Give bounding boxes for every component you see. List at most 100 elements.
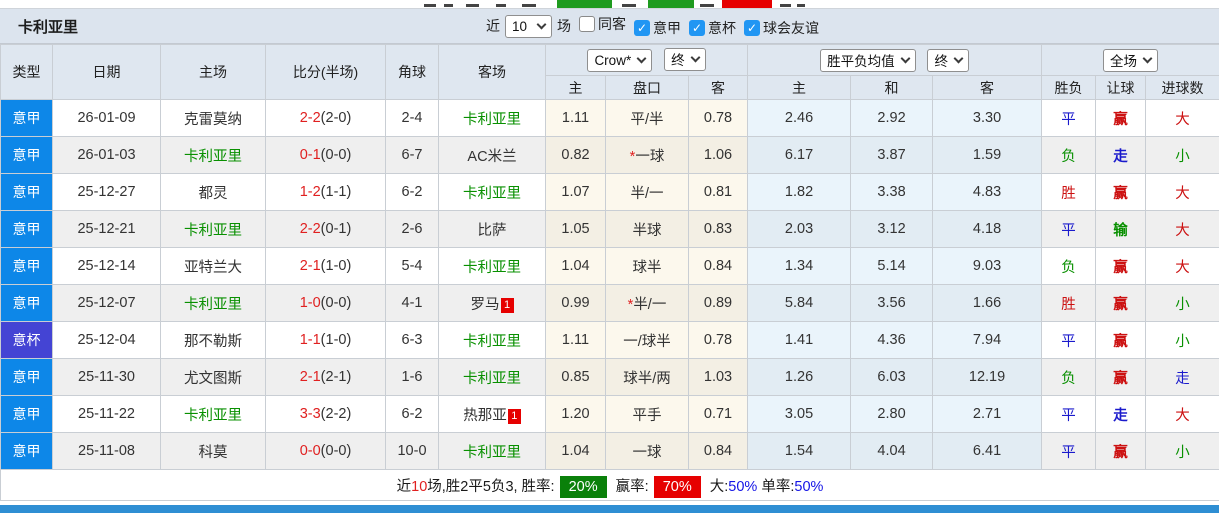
match-date: 25-12-14: [52, 247, 161, 285]
summary-text: 50%: [794, 478, 824, 495]
league-type-badge: 意甲: [0, 284, 53, 322]
corner-count: 6-3: [385, 321, 439, 359]
sub-header-goals: 进球数: [1145, 75, 1219, 100]
corner-count: 2-6: [385, 210, 439, 248]
scope-select[interactable]: 全场: [1103, 48, 1159, 72]
score-cell: 1-1(1-0): [265, 321, 386, 359]
handicap-text: 球半: [632, 259, 662, 276]
score-cell: 0-1(0-0): [265, 136, 386, 174]
odds-home: 1.04: [545, 247, 606, 285]
odds-time-select[interactable]: 终: [664, 47, 706, 71]
odds-home: 1.07: [545, 173, 606, 211]
result-goals: 小: [1145, 136, 1219, 174]
recent-count-select[interactable]: 10: [505, 14, 552, 38]
win-rate-badge: 20%: [559, 475, 607, 498]
checked-checkbox-icon[interactable]: ✓: [744, 20, 760, 36]
red-card-badge: 1: [507, 408, 521, 424]
avg-draw: 2.92: [850, 99, 934, 137]
avg-away: 2.71: [932, 395, 1043, 433]
avg-home: 5.84: [747, 284, 852, 322]
halftime-score: (1-0): [320, 332, 352, 348]
sub-header-avg-home: 主: [747, 75, 852, 100]
odds-header-cell: Crow* 终: [544, 44, 749, 76]
result-handicap: 赢: [1095, 173, 1147, 211]
home-team: 卡利亚里: [160, 210, 266, 248]
match-date: 25-12-07: [52, 284, 161, 322]
match-date: 25-12-04: [52, 321, 161, 359]
match-date: 26-01-03: [52, 136, 161, 174]
checked-checkbox-icon[interactable]: ✓: [634, 20, 650, 36]
col-header-home: 主场: [160, 44, 266, 100]
avg-draw: 6.03: [850, 358, 934, 396]
handicap-text: 半/一: [630, 185, 664, 202]
fulltime-score: 1-2: [299, 184, 321, 200]
away-team-name: 卡利亚里: [463, 259, 521, 276]
games-label: 场: [557, 18, 571, 34]
avg-away: 12.19: [932, 358, 1043, 396]
match-row: 意甲 25-12-14 亚特兰大 2-1(1-0) 5-4 卡利亚里 1.04 球半 0.84 1…: [0, 247, 1219, 285]
home-team: 尤文图斯: [160, 358, 266, 396]
fulltime-score: 0-1: [299, 147, 321, 163]
away-team: 罗马 1: [438, 284, 546, 322]
odds-away: 1.03: [687, 358, 749, 396]
away-team-name: 卡利亚里: [463, 111, 521, 128]
result-win-draw-loss: 胜: [1041, 173, 1097, 211]
result-goals: 大: [1145, 395, 1219, 433]
average-time-select[interactable]: 终: [927, 48, 969, 72]
filter-checkbox-group: 同客 ✓ 意甲 ✓ 意杯 ✓ 球会友谊: [571, 14, 819, 38]
fulltime-score: 1-1: [299, 332, 321, 348]
bottom-divider-bar: [0, 505, 1219, 513]
home-team: 卡利亚里: [160, 136, 266, 174]
fulltime-score: 2-2: [299, 110, 321, 126]
chevron-down-icon: [536, 19, 547, 29]
fulltime-score: 2-1: [299, 369, 321, 385]
league-type-badge: 意甲: [0, 99, 53, 137]
halftime-score: (0-0): [320, 443, 352, 459]
cropped-text-fragment: [496, 4, 506, 7]
result-handicap: 输: [1095, 210, 1147, 248]
odds-company-select[interactable]: Crow*: [587, 49, 653, 73]
odds-home: 1.11: [545, 321, 606, 359]
away-team: AC米兰: [438, 136, 546, 174]
away-team-name: 比萨: [477, 222, 507, 239]
checkbox-italy-cup[interactable]: ✓ 意杯: [689, 18, 736, 38]
odds-away: 0.78: [687, 99, 749, 137]
match-date: 25-11-22: [52, 395, 161, 433]
average-type-value: 胜平负均值: [827, 54, 895, 69]
cropped-text-fragment: [466, 4, 479, 7]
away-team: 比萨: [438, 210, 546, 248]
handicap-line: 一球: [605, 432, 689, 470]
odds-home: 0.99: [545, 284, 606, 322]
chevron-down-icon: [953, 53, 964, 63]
recent-label: 近: [486, 18, 500, 34]
checkbox-serie-a[interactable]: ✓ 意甲: [634, 18, 681, 38]
corner-count: 2-4: [385, 99, 439, 137]
match-row: 意甲 25-11-08 科莫 0-0(0-0) 10-0 卡利亚里 1.04 一球 0.84 1.…: [0, 432, 1219, 470]
avg-home: 1.34: [747, 247, 852, 285]
checkbox-label: 意甲: [653, 20, 681, 36]
average-type-select[interactable]: 胜平负均值: [820, 48, 916, 72]
odds-time-value: 终: [671, 53, 685, 69]
checkbox-same-opponent[interactable]: 同客: [579, 14, 626, 34]
fulltime-score: 1-0: [299, 295, 321, 311]
match-row: 意甲 25-12-27 都灵 1-2(1-1) 6-2 卡利亚里 1.07 半/一 0.81 1.…: [0, 173, 1219, 211]
match-row: 意甲 26-01-09 克雷莫纳 2-2(2-0) 2-4 卡利亚里 1.11 平/半 0.78…: [0, 99, 1219, 137]
score-cell: 1-2(1-1): [265, 173, 386, 211]
league-type-badge: 意甲: [0, 395, 53, 433]
result-handicap: 赢: [1095, 247, 1147, 285]
checked-checkbox-icon[interactable]: ✓: [689, 20, 705, 36]
avg-home: 1.26: [747, 358, 852, 396]
corner-count: 5-4: [385, 247, 439, 285]
checkbox-club-friendly[interactable]: ✓ 球会友谊: [744, 18, 819, 38]
odds-away: 0.89: [687, 284, 749, 322]
sub-header-odds-away: 客: [687, 75, 749, 100]
green-indicator-2: [648, 0, 694, 8]
handicap-text: 平手: [632, 407, 662, 424]
checkbox-label: 同客: [598, 16, 626, 32]
match-date: 25-11-08: [52, 432, 161, 470]
unchecked-checkbox-icon[interactable]: [579, 16, 595, 32]
away-team: 卡利亚里: [438, 99, 546, 137]
away-team-name: AC米兰: [467, 148, 517, 165]
result-handicap: 赢: [1095, 358, 1147, 396]
sub-header-avg-away: 客: [932, 75, 1043, 100]
